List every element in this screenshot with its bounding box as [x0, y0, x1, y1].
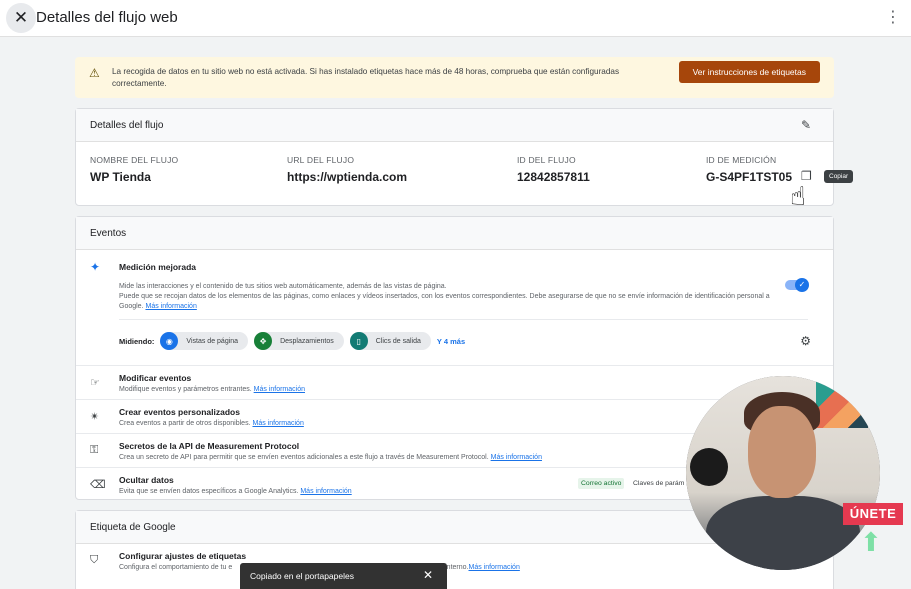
field-stream-url: URL DEL FLUJO https://wptienda.com: [287, 155, 407, 184]
wall-art: [816, 380, 868, 428]
field-value: https://wptienda.com: [287, 170, 407, 184]
chip-outbound-clicks: ▯ Clics de salida: [349, 332, 431, 350]
copy-tooltip: Copiar: [824, 170, 854, 183]
snackbar: Copiado en el portapapeles ✕: [240, 563, 447, 589]
enhanced-desc-2: Puede que se recojan datos de los elemen…: [119, 293, 770, 310]
field-label: ID DEL FLUJO: [517, 155, 576, 165]
tag-instructions-button[interactable]: Ver instrucciones de etiquetas: [678, 61, 820, 83]
row-desc: Crea un secreto de API para permitir que…: [119, 453, 542, 463]
sparkle-icon: ✦: [90, 260, 101, 274]
row-desc: Modifique eventos y parámetros entrantes…: [119, 385, 305, 395]
row-title: Secretos de la API de Measurement Protoc…: [119, 441, 300, 451]
status-badge: Claves de parám: [633, 480, 685, 487]
more-vert-icon[interactable]: ⋮: [885, 9, 901, 27]
chip-label: Clics de salida: [375, 337, 421, 345]
more-link[interactable]: Y 4 más: [437, 337, 465, 346]
key-icon: ⚿: [90, 444, 99, 456]
presenter-face: [748, 406, 816, 498]
row-desc: Crea eventos a partir de otros disponibl…: [119, 419, 304, 429]
check-icon: ✓: [795, 278, 809, 292]
close-icon[interactable]: ✕: [6, 3, 36, 33]
chip-scrolls: ✥ Desplazamientos: [254, 332, 344, 350]
events-heading: Eventos: [76, 217, 833, 250]
row-desc-text: Crea un secreto de API para permitir que…: [119, 454, 489, 461]
field-label: URL DEL FLUJO: [287, 155, 355, 165]
field-stream-id: ID DEL FLUJO 12842857811: [517, 155, 590, 184]
enhanced-title: Medición mejorada: [119, 262, 196, 272]
top-bar: ✕ Detalles del flujo web ⋮: [0, 0, 911, 37]
magic-wand-icon: ✴: [90, 411, 100, 423]
page-title: Detalles del flujo web: [36, 9, 178, 26]
field-value: 12842857811: [517, 170, 590, 184]
learn-more-link[interactable]: Más información: [491, 454, 542, 461]
presenter-shirt: [706, 496, 860, 570]
enhanced-desc: Mide las interacciones y el contenido de…: [119, 282, 779, 312]
field-stream-name: NOMBRE DEL FLUJO WP Tienda: [90, 155, 178, 184]
close-icon[interactable]: ✕: [423, 568, 433, 582]
mouse-icon: ▯: [349, 332, 368, 350]
field-label: NOMBRE DEL FLUJO: [90, 155, 179, 165]
measuring-chips: Midiendo: ◉ Vistas de página ✥ Desplazamie…: [119, 332, 465, 350]
join-badge[interactable]: ÚNETE: [843, 503, 903, 525]
touch-icon: ☞: [90, 377, 100, 389]
gear-icon[interactable]: ⚙: [800, 334, 811, 348]
learn-more-link[interactable]: Más información: [252, 420, 303, 427]
row-title: Ocultar datos: [119, 475, 174, 485]
enhanced-desc-1: Mide las interacciones y el contenido de…: [119, 283, 447, 290]
row-title: Modificar eventos: [119, 373, 192, 383]
snackbar-text: Copiado en el portapapeles: [250, 571, 354, 581]
field-value: WP Tienda: [90, 170, 151, 184]
field-measurement-id: ID DE MEDICIÓN G-S4PF1TST05: [706, 155, 792, 184]
stream-details-card: Detalles del flujo ✎ NOMBRE DEL FLUJO WP…: [75, 108, 834, 206]
eye-icon: ◉: [160, 332, 179, 350]
learn-more-link[interactable]: Más información: [145, 303, 196, 310]
learn-more-link[interactable]: Más información: [300, 488, 351, 495]
row-title: Configurar ajustes de etiquetas: [119, 551, 247, 561]
edit-icon[interactable]: ✎: [801, 118, 811, 132]
stream-details-heading: Detalles del flujo: [76, 109, 833, 142]
learn-more-link[interactable]: Más información: [254, 386, 305, 393]
divider: [119, 319, 808, 320]
row-title: Crear eventos personalizados: [119, 407, 240, 417]
row-desc: Evita que se envíen datos específicos a …: [119, 487, 352, 497]
chip-label: Vistas de página: [186, 337, 239, 345]
row-desc-text: Evita que se envíen datos específicos a …: [119, 488, 299, 495]
status-badge: Correo activo: [578, 478, 625, 489]
field-label: ID DE MEDICIÓN: [706, 155, 777, 165]
chip-label: Desplazamientos: [280, 337, 334, 345]
measuring-label: Midiendo:: [119, 336, 155, 346]
enhanced-measurement-section: ✦ Medición mejorada Mide las interaccion…: [76, 250, 833, 365]
warning-text: La recogida de datos en tu sitio web no …: [112, 67, 620, 88]
warning-icon: ⚠: [89, 66, 100, 80]
row-desc-text: Modifique eventos y parámetros entrantes…: [119, 386, 252, 393]
learn-more-link[interactable]: Más información: [468, 564, 519, 571]
row-desc-text: Configura el comportamiento de tu e: [119, 564, 233, 571]
move-icon: ✥: [254, 332, 273, 350]
chip-page-views: ◉ Vistas de página: [160, 332, 249, 350]
enhanced-toggle[interactable]: ✓: [785, 278, 809, 292]
globe: [690, 448, 728, 486]
tag-icon: ⛉: [90, 554, 99, 566]
eraser-icon: ⌫: [90, 479, 106, 491]
hand-cursor-icon: ☝: [790, 181, 806, 211]
row-desc-text: Crea eventos a partir de otros disponibl…: [119, 420, 251, 427]
warning-banner: ⚠ La recogida de datos en tu sitio web n…: [75, 57, 834, 98]
field-value: G-S4PF1TST05: [706, 170, 793, 184]
arrow-up-icon: ⬆: [860, 527, 882, 557]
webcam-overlay: [686, 376, 880, 570]
